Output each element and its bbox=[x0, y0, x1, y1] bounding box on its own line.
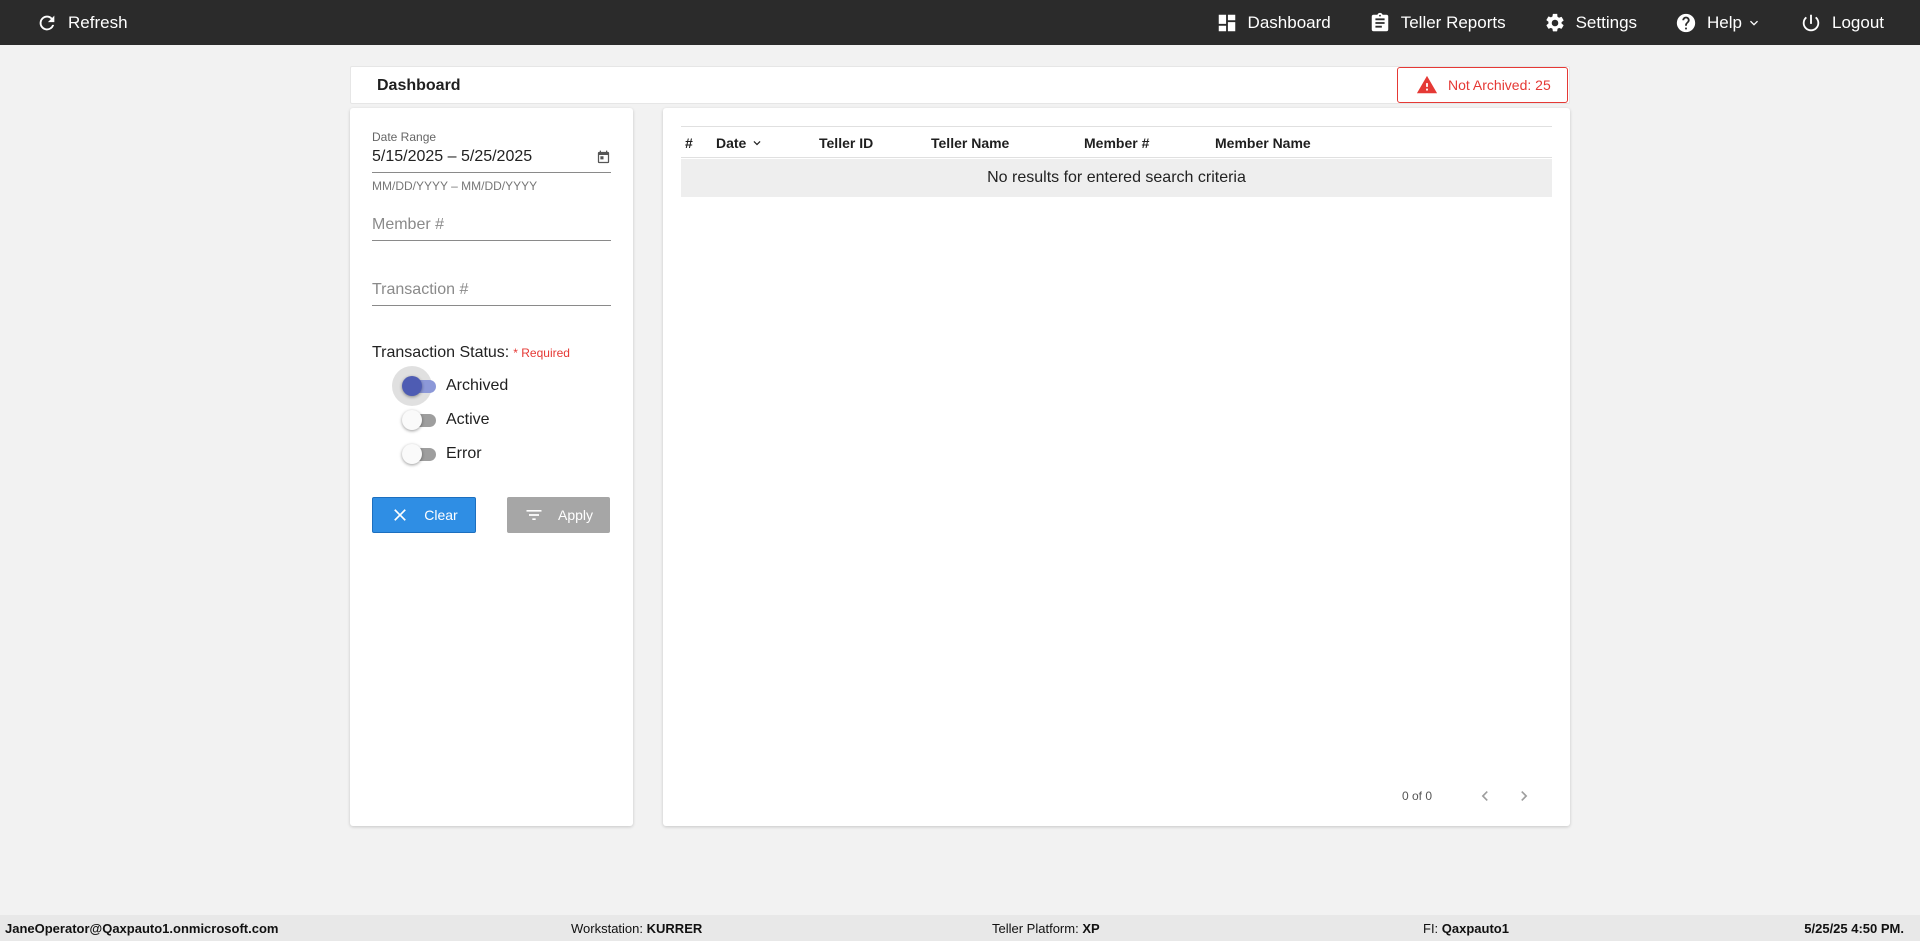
warning-icon bbox=[1416, 75, 1438, 94]
col-teller-name-label: Teller Name bbox=[931, 135, 1010, 151]
col-number[interactable]: # bbox=[685, 135, 693, 151]
date-range-field[interactable]: Date Range 5/15/2025 – 5/25/2025 MM/DD/Y… bbox=[372, 130, 611, 193]
nav-help[interactable]: Help bbox=[1671, 0, 1766, 45]
clear-button[interactable]: Clear bbox=[372, 497, 476, 533]
filter-icon bbox=[526, 510, 542, 520]
transaction-number-field bbox=[372, 277, 611, 306]
not-archived-label: Not Archived: 25 bbox=[1448, 77, 1551, 93]
col-member-number[interactable]: Member # bbox=[1084, 135, 1149, 151]
nav-help-label: Help bbox=[1707, 12, 1742, 32]
footer-fi: FI: Qaxpauto1 bbox=[1423, 921, 1509, 936]
col-teller-name[interactable]: Teller Name bbox=[931, 135, 1009, 151]
not-archived-badge[interactable]: Not Archived: 25 bbox=[1397, 67, 1568, 103]
refresh-label: Refresh bbox=[68, 12, 128, 32]
sort-down-icon bbox=[753, 141, 761, 146]
chevron-left-icon bbox=[1481, 791, 1488, 801]
refresh-icon bbox=[39, 15, 55, 30]
close-icon bbox=[394, 509, 407, 521]
empty-results-row: No results for entered search criteria bbox=[681, 159, 1552, 197]
date-range-hint: MM/DD/YYYY – MM/DD/YYYY bbox=[372, 179, 538, 193]
dashboard-icon bbox=[1218, 14, 1235, 31]
clipboard-icon bbox=[1371, 12, 1388, 31]
nav-logout-label: Logout bbox=[1832, 12, 1884, 32]
calendar-icon[interactable] bbox=[596, 150, 611, 165]
dashboard-header: Dashboard Not Archived: 25 bbox=[350, 66, 1570, 104]
toggle-error[interactable]: Error bbox=[402, 444, 482, 464]
date-range-label: Date Range bbox=[372, 130, 437, 144]
required-note: * Required bbox=[513, 346, 570, 360]
toggle-active[interactable]: Active bbox=[402, 410, 490, 430]
transaction-status-text: Transaction Status: bbox=[372, 344, 510, 361]
nav-teller-reports[interactable]: Teller Reports bbox=[1365, 0, 1510, 45]
table-header: # Date Teller ID Teller Name Member # Me… bbox=[681, 126, 1552, 158]
footer-datetime: 5/25/25 4:50 PM. bbox=[1804, 921, 1904, 936]
apply-label: Apply bbox=[557, 507, 594, 523]
col-teller-id[interactable]: Teller ID bbox=[819, 135, 873, 151]
apply-button[interactable]: Apply bbox=[507, 497, 610, 533]
transaction-number-input[interactable] bbox=[372, 277, 611, 306]
archived-label: Archived bbox=[446, 377, 509, 394]
footer-user: JaneOperator@Qaxpauto1.onmicrosoft.com bbox=[5, 921, 279, 936]
nav-dashboard-label: Dashboard bbox=[1247, 12, 1331, 32]
status-footer: JaneOperator@Qaxpauto1.onmicrosoft.com W… bbox=[0, 915, 1920, 941]
transaction-status-label: Transaction Status: * Required bbox=[372, 344, 570, 362]
member-number-input[interactable] bbox=[372, 212, 611, 241]
chevron-right-icon bbox=[1521, 791, 1528, 801]
col-date-label: Date bbox=[716, 135, 747, 151]
refresh-button[interactable]: Refresh bbox=[32, 0, 132, 45]
footer-teller-platform: Teller Platform: XP bbox=[992, 921, 1100, 936]
nav-right-group: Dashboard Teller Reports Settings Help L… bbox=[1212, 0, 1888, 45]
member-number-field bbox=[372, 212, 611, 241]
nav-settings-label: Settings bbox=[1575, 12, 1638, 32]
chevron-down-icon bbox=[1750, 20, 1758, 26]
filter-panel: Date Range 5/15/2025 – 5/25/2025 MM/DD/Y… bbox=[350, 108, 633, 826]
empty-message: No results for entered search criteria bbox=[987, 169, 1246, 186]
col-date[interactable]: Date bbox=[716, 135, 764, 151]
col-member-name[interactable]: Member Name bbox=[1215, 135, 1311, 151]
next-page-button[interactable] bbox=[1514, 786, 1534, 806]
date-range-input[interactable]: 5/15/2025 – 5/25/2025 bbox=[372, 148, 611, 173]
prev-page-button[interactable] bbox=[1475, 786, 1495, 806]
toggle-archived[interactable]: Archived bbox=[392, 366, 509, 406]
clear-label: Clear bbox=[424, 507, 458, 523]
help-icon bbox=[1676, 13, 1696, 32]
col-teller-id-label: Teller ID bbox=[819, 135, 874, 151]
gear-icon bbox=[1546, 13, 1564, 31]
archived-switch[interactable] bbox=[392, 366, 438, 406]
nav-teller-reports-label: Teller Reports bbox=[1400, 12, 1506, 32]
error-label: Error bbox=[446, 445, 482, 462]
pager-range: 0 of 0 bbox=[1402, 789, 1433, 803]
nav-logout[interactable]: Logout bbox=[1796, 0, 1888, 45]
power-icon bbox=[1802, 14, 1820, 31]
nav-settings[interactable]: Settings bbox=[1540, 0, 1641, 45]
page-title: Dashboard bbox=[377, 77, 461, 94]
col-member-name-label: Member Name bbox=[1215, 135, 1311, 151]
results-panel: # Date Teller ID Teller Name Member # Me… bbox=[663, 108, 1570, 826]
date-range-value: 5/15/2025 – 5/25/2025 bbox=[372, 148, 533, 165]
footer-workstation: Workstation: KURRER bbox=[571, 921, 703, 936]
col-number-label: # bbox=[685, 135, 693, 151]
active-switch[interactable] bbox=[402, 410, 438, 430]
top-navbar: Refresh Dashboard Teller Reports Setting… bbox=[0, 0, 1920, 45]
col-member-number-label: Member # bbox=[1084, 135, 1150, 151]
active-label: Active bbox=[446, 411, 490, 428]
error-switch[interactable] bbox=[402, 444, 438, 464]
nav-dashboard[interactable]: Dashboard bbox=[1212, 0, 1335, 45]
